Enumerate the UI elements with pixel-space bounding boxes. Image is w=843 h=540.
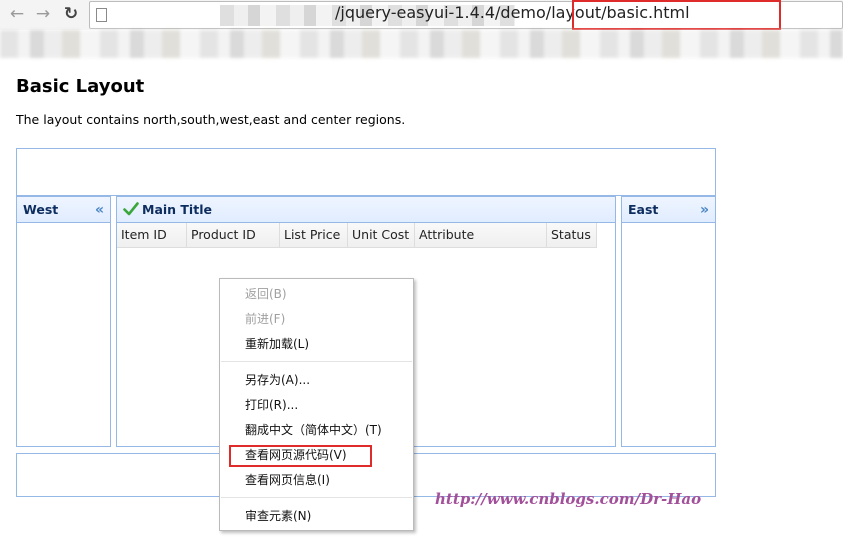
menu-item-inspect-element[interactable]: 审查元素(N) <box>220 505 413 527</box>
column-header-product-id[interactable]: Product ID <box>187 223 280 247</box>
grid-header-filler <box>597 223 615 248</box>
west-panel-header: West « <box>17 197 110 223</box>
menu-separator <box>221 497 412 498</box>
menu-item-reload[interactable]: 重新加载(L) <box>220 333 413 355</box>
page-title: Basic Layout <box>16 76 145 97</box>
column-header-unit-cost[interactable]: Unit Cost <box>348 223 415 247</box>
page-icon <box>96 8 107 22</box>
check-icon <box>123 202 139 216</box>
column-header-status[interactable]: Status <box>547 223 597 247</box>
url-highlight-box <box>572 0 781 30</box>
center-panel-header: Main Title <box>117 197 615 223</box>
back-arrow-icon[interactable]: ← <box>6 3 28 25</box>
browser-toolbar: ← → ↻ /jquery-easyui-1.4.4/demo/layout/b… <box>0 0 843 30</box>
view-source-highlight-box <box>229 445 372 467</box>
page-description: The layout contains north,south,west,eas… <box>16 112 406 127</box>
reload-icon[interactable]: ↻ <box>60 3 82 25</box>
menu-item-page-info[interactable]: 查看网页信息(I) <box>220 469 413 491</box>
east-title: East <box>628 202 659 217</box>
menu-separator <box>221 361 412 362</box>
west-region: West « <box>16 196 111 447</box>
watermark-text: http://www.cnblogs.com/Dr-Hao <box>435 490 702 508</box>
column-header-item-id[interactable]: Item ID <box>117 223 187 247</box>
double-chevron-left-icon[interactable]: « <box>95 197 104 223</box>
menu-item-print[interactable]: 打印(R)... <box>220 394 413 416</box>
column-header-list-price[interactable]: List Price <box>280 223 348 247</box>
double-chevron-right-icon[interactable]: » <box>700 197 709 223</box>
north-region <box>16 148 716 196</box>
east-panel-header: East » <box>622 197 715 223</box>
west-title: West <box>23 202 59 217</box>
menu-item-translate[interactable]: 翻成中文（简体中文）(T) <box>220 419 413 441</box>
column-header-attribute[interactable]: Attribute <box>415 223 547 247</box>
center-title: Main Title <box>142 202 212 217</box>
menu-item-back[interactable]: 返回(B) <box>220 283 413 305</box>
menu-item-forward[interactable]: 前进(F) <box>220 308 413 330</box>
forward-arrow-icon[interactable]: → <box>32 3 54 25</box>
bookmarks-bar-blurred <box>0 30 843 58</box>
datagrid-header: Item ID Product ID List Price Unit Cost … <box>117 223 615 248</box>
east-region: East » <box>621 196 716 447</box>
context-menu: 返回(B) 前进(F) 重新加载(L) 另存为(A)... 打印(R)... 翻… <box>219 278 414 531</box>
menu-item-save-as[interactable]: 另存为(A)... <box>220 369 413 391</box>
